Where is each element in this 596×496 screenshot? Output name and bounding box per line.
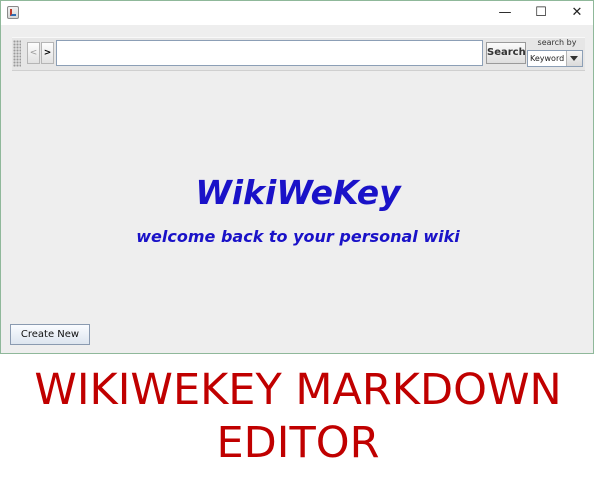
- forward-button[interactable]: >: [41, 42, 54, 64]
- maximize-button[interactable]: ☐: [523, 1, 559, 25]
- minimize-button[interactable]: —: [487, 1, 523, 25]
- caption-line-1: WIKIWEKEY MARKDOWN: [34, 365, 562, 415]
- caption-line-2: EDITOR: [216, 418, 380, 468]
- title-bar: — ☐ ✕: [1, 1, 593, 25]
- app-title: WikiWeKey: [195, 173, 401, 212]
- app-window: — ☐ ✕ < > Search search by Keyword WikiW…: [0, 0, 594, 354]
- create-new-button[interactable]: Create New: [10, 324, 90, 345]
- search-by-select[interactable]: Keyword: [527, 50, 583, 67]
- search-by-label: search by: [537, 38, 577, 47]
- search-button[interactable]: Search: [486, 42, 526, 64]
- search-toolbar: < > Search search by Keyword: [12, 37, 585, 71]
- close-button[interactable]: ✕: [559, 1, 595, 25]
- back-button[interactable]: <: [27, 42, 40, 64]
- welcome-message: welcome back to your personal wiki: [136, 227, 460, 246]
- java-app-icon[interactable]: [7, 6, 19, 19]
- caption-banner: WIKIWEKEY MARKDOWN EDITOR: [0, 364, 596, 470]
- search-input[interactable]: [56, 40, 483, 66]
- search-by-value: Keyword: [530, 54, 565, 63]
- toolbar-grip-icon[interactable]: [13, 40, 21, 67]
- chevron-down-icon[interactable]: [566, 51, 582, 66]
